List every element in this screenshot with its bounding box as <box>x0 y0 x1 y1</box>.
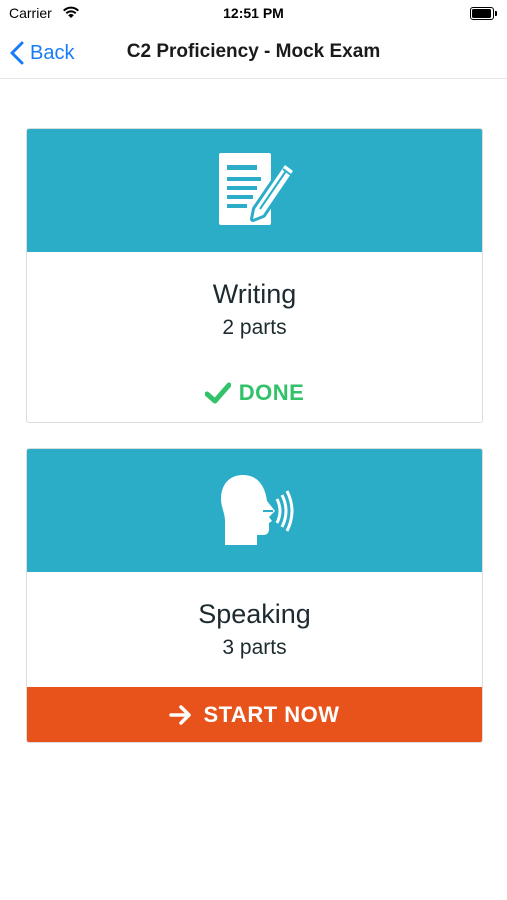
speaking-head-icon <box>221 475 294 545</box>
speaking-parts: 3 parts <box>222 636 287 659</box>
page-title: C2 Proficiency - Mock Exam <box>126 41 381 62</box>
navigation-bar: Back C2 Proficiency - Mock Exam <box>0 28 507 79</box>
speaking-title: Speaking <box>198 599 311 629</box>
done-label: DONE <box>238 380 305 405</box>
checkmark-icon <box>204 382 231 404</box>
clock: 12:51 PM <box>223 5 284 21</box>
battery-icon <box>470 7 497 20</box>
writing-parts: 2 parts <box>222 316 287 339</box>
writing-banner <box>27 129 482 252</box>
start-now-button[interactable]: START NOW <box>27 687 482 742</box>
status-bar: Carrier 12:51 PM <box>0 0 507 28</box>
speaking-card[interactable]: Speaking 3 parts START NOW <box>26 448 483 743</box>
done-status: DONE <box>27 380 482 406</box>
start-now-label: START NOW <box>203 701 340 727</box>
speaking-banner <box>27 449 482 572</box>
document-pencil-icon <box>219 153 296 225</box>
writing-card[interactable]: Writing 2 parts DONE <box>26 128 483 423</box>
arrow-right-icon <box>169 704 192 725</box>
writing-title: Writing <box>212 279 297 309</box>
